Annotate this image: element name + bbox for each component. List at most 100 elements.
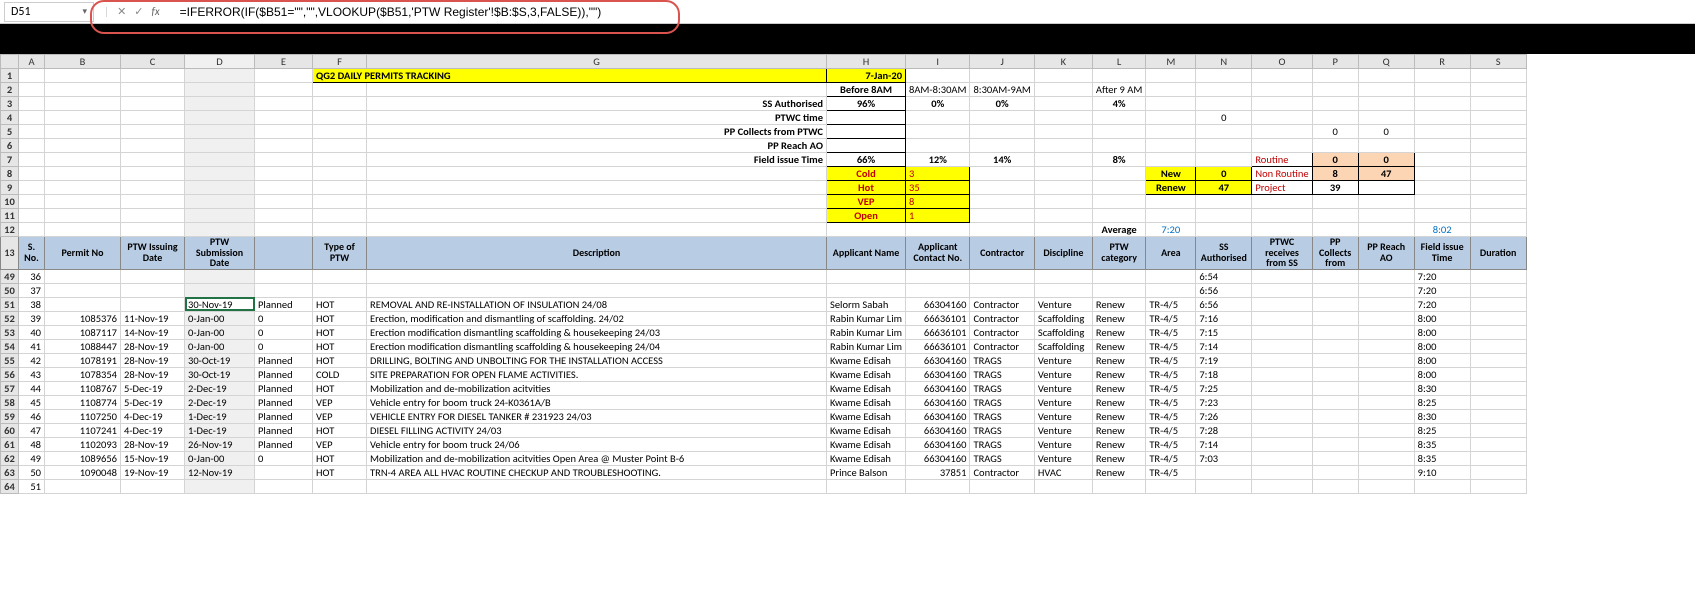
cell[interactable]: Vehicle entry for boom truck 24-K0361A/B: [367, 395, 827, 409]
cell[interactable]: 48: [19, 437, 45, 451]
cell[interactable]: SITE PREPARATION FOR OPEN FLAME ACTIVITI…: [367, 367, 827, 381]
cell[interactable]: 7:19: [1196, 353, 1252, 367]
cell[interactable]: [1470, 367, 1526, 381]
cell[interactable]: Kwame Edisah: [827, 353, 906, 367]
cell[interactable]: 6:56: [1196, 283, 1252, 297]
cell[interactable]: Venture: [1034, 381, 1092, 395]
hdr-ppcoll[interactable]: PP Collects from: [1312, 237, 1358, 270]
cell[interactable]: [1312, 465, 1358, 479]
cell[interactable]: [1470, 409, 1526, 423]
cell[interactable]: 7:26: [1196, 409, 1252, 423]
cell[interactable]: [1358, 381, 1414, 395]
table-row[interactable]: 5643107835428-Nov-1930-Oct-19PlannedCOLD…: [1, 367, 1527, 381]
cell[interactable]: 37851: [906, 465, 970, 479]
cell[interactable]: [45, 283, 121, 297]
cell[interactable]: 0-Jan-00: [185, 325, 255, 339]
cell[interactable]: 1090048: [45, 465, 121, 479]
cell[interactable]: 7:20: [1414, 297, 1470, 311]
cell[interactable]: [1358, 353, 1414, 367]
cell[interactable]: HOT: [313, 465, 367, 479]
cell[interactable]: [1252, 283, 1312, 297]
cell[interactable]: Venture: [1034, 367, 1092, 381]
table-row[interactable]: 574411087675-Dec-192-Dec-19PlannedHOTMob…: [1, 381, 1527, 395]
cell[interactable]: [1146, 269, 1196, 283]
cell[interactable]: [1358, 451, 1414, 465]
cell[interactable]: 8:00: [1414, 339, 1470, 353]
col-D[interactable]: D: [185, 55, 255, 69]
hdr-cat[interactable]: PTW category: [1092, 237, 1145, 270]
cell[interactable]: 8:30: [1414, 381, 1470, 395]
cell[interactable]: 50: [19, 465, 45, 479]
cell[interactable]: Rabin Kumar Lim: [827, 325, 906, 339]
cell[interactable]: Kwame Edisah: [827, 451, 906, 465]
cell[interactable]: 7:23: [1196, 395, 1252, 409]
cell[interactable]: Rabin Kumar Lim: [827, 339, 906, 353]
hdr-permit[interactable]: Permit No: [45, 237, 121, 270]
cell[interactable]: 4-Dec-19: [121, 409, 185, 423]
cell[interactable]: [1252, 451, 1312, 465]
cell[interactable]: Renew: [1092, 325, 1145, 339]
cell[interactable]: TR-4/5: [1146, 325, 1196, 339]
cell[interactable]: [121, 283, 185, 297]
cell[interactable]: 51: [19, 479, 45, 493]
cell[interactable]: [827, 283, 906, 297]
cell[interactable]: [1252, 339, 1312, 353]
cell[interactable]: 39: [19, 311, 45, 325]
cell[interactable]: TRAGS: [970, 353, 1034, 367]
cell[interactable]: Rabin Kumar Lim: [827, 311, 906, 325]
hdr-disc[interactable]: Discipline: [1034, 237, 1092, 270]
hdr-area[interactable]: Area: [1146, 237, 1196, 270]
row-header[interactable]: 53: [1, 325, 19, 339]
cell[interactable]: [367, 283, 827, 297]
cell[interactable]: 49: [19, 451, 45, 465]
hdr-ssauth[interactable]: SS Authorised: [1196, 237, 1252, 270]
cell[interactable]: 1078354: [45, 367, 121, 381]
cell[interactable]: [1470, 353, 1526, 367]
cell[interactable]: 30-Oct-19: [185, 367, 255, 381]
cell[interactable]: [1358, 409, 1414, 423]
hdr-issue[interactable]: PTW Issuing Date: [121, 237, 185, 270]
cell[interactable]: [1146, 283, 1196, 297]
cell[interactable]: 0: [255, 325, 313, 339]
cell[interactable]: TRAGS: [970, 409, 1034, 423]
hdr-fit[interactable]: Field issue Time: [1414, 237, 1470, 270]
cell[interactable]: Renew: [1092, 465, 1145, 479]
cell[interactable]: Planned: [255, 409, 313, 423]
cell[interactable]: [1196, 479, 1252, 493]
cell[interactable]: Vehicle entry for boom truck 24/06: [367, 437, 827, 451]
cell[interactable]: HOT: [313, 381, 367, 395]
cell[interactable]: Selorm Sabah: [827, 297, 906, 311]
cell[interactable]: 8:00: [1414, 367, 1470, 381]
cell[interactable]: TR-4/5: [1146, 395, 1196, 409]
cell[interactable]: [1358, 367, 1414, 381]
cell[interactable]: 66304160: [906, 437, 970, 451]
cell[interactable]: [45, 297, 121, 311]
row-header[interactable]: 64: [1, 479, 19, 493]
cell[interactable]: 41: [19, 339, 45, 353]
cell[interactable]: 66304160: [906, 395, 970, 409]
cell[interactable]: 28-Nov-19: [121, 437, 185, 451]
cell[interactable]: [1092, 479, 1145, 493]
cell[interactable]: COLD: [313, 367, 367, 381]
hdr-ptwcr[interactable]: PTWC receives from SS: [1252, 237, 1312, 270]
cell[interactable]: VEP: [313, 395, 367, 409]
table-row[interactable]: 5340108711714-Nov-190-Jan-000HOTErection…: [1, 325, 1527, 339]
cell[interactable]: 8:00: [1414, 353, 1470, 367]
spreadsheet-grid[interactable]: A B C D E F G H I J K L M N O P Q R S 1 …: [0, 54, 1527, 494]
cell[interactable]: Kwame Edisah: [827, 395, 906, 409]
cell[interactable]: 1-Dec-19: [185, 423, 255, 437]
cell[interactable]: 28-Nov-19: [121, 339, 185, 353]
cancel-icon[interactable]: ✕: [117, 5, 126, 18]
cell[interactable]: 7:03: [1196, 451, 1252, 465]
formula-input[interactable]: [174, 3, 1691, 21]
cell[interactable]: 14-Nov-19: [121, 325, 185, 339]
cell[interactable]: 46: [19, 409, 45, 423]
cell[interactable]: 44: [19, 381, 45, 395]
cell[interactable]: [1358, 465, 1414, 479]
cell[interactable]: 66304160: [906, 409, 970, 423]
cell[interactable]: 0-Jan-00: [185, 339, 255, 353]
cell[interactable]: 0-Jan-00: [185, 311, 255, 325]
table-row[interactable]: 6451: [1, 479, 1527, 493]
cell[interactable]: [255, 479, 313, 493]
table-row[interactable]: 6350109004819-Nov-1912-Nov-19HOTTRN-4 AR…: [1, 465, 1527, 479]
